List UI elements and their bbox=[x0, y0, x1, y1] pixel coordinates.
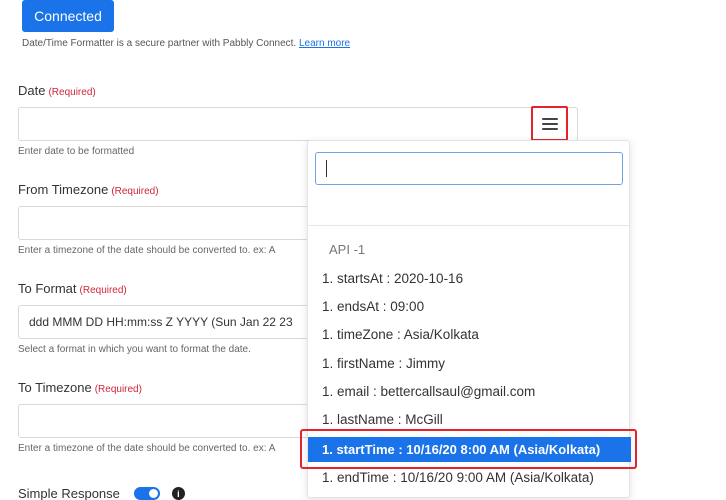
date-help: Enter date to be formatted bbox=[18, 146, 135, 157]
simple-response-toggle[interactable] bbox=[133, 487, 160, 500]
dropdown-item[interactable]: 1. lastName : McGill bbox=[322, 412, 443, 427]
date-required: (Required) bbox=[48, 87, 96, 98]
from-timezone-label: From Timezone (Required) bbox=[18, 182, 159, 197]
info-circle-icon[interactable]: i bbox=[171, 487, 185, 500]
date-input[interactable] bbox=[18, 107, 578, 141]
to-format-required: (Required) bbox=[79, 285, 127, 296]
from-timezone-required: (Required) bbox=[111, 186, 159, 197]
partner-text: Date/Time Formatter is a secure partner … bbox=[22, 38, 297, 49]
simple-response-row: Simple Response i bbox=[18, 486, 185, 500]
hamburger-menu-icon bbox=[541, 117, 558, 130]
to-timezone-label: To Timezone (Required) bbox=[18, 380, 142, 395]
to-timezone-label-text: To Timezone bbox=[18, 380, 92, 395]
to-format-label-text: To Format bbox=[18, 281, 77, 296]
dropdown-item-selected[interactable]: 1. startTime : 10/16/20 8:00 AM (Asia/Ko… bbox=[308, 437, 631, 462]
dropdown-item[interactable]: 1. email : bettercallsaul@gmail.com bbox=[322, 384, 535, 399]
partner-note: Date/Time Formatter is a secure partner … bbox=[22, 38, 350, 49]
to-timezone-help: Enter a timezone of the date should be c… bbox=[18, 443, 276, 454]
dropdown-item[interactable]: 1. firstName : Jimmy bbox=[322, 356, 445, 371]
simple-response-label: Simple Response bbox=[18, 486, 120, 500]
dropdown-item[interactable]: 1. timeZone : Asia/Kolkata bbox=[322, 327, 479, 342]
dropdown-group-label: API -1 bbox=[329, 242, 366, 257]
variable-dropdown: API -1 1. startsAt : 2020-10-16 1. endsA… bbox=[307, 140, 631, 498]
dropdown-item[interactable]: 1. endsAt : 09:00 bbox=[322, 299, 424, 314]
dropdown-item[interactable]: 1. endTime : 10/16/20 9:00 AM (Asia/Kolk… bbox=[322, 470, 594, 485]
text-cursor bbox=[326, 160, 327, 177]
from-timezone-label-text: From Timezone bbox=[18, 182, 109, 197]
from-timezone-help: Enter a timezone of the date should be c… bbox=[18, 245, 276, 256]
date-label: Date (Required) bbox=[18, 83, 96, 98]
toggle-knob bbox=[148, 489, 158, 498]
connected-button[interactable]: Connected bbox=[22, 0, 114, 32]
to-timezone-required: (Required) bbox=[94, 384, 142, 395]
dropdown-search-input[interactable] bbox=[315, 152, 623, 185]
insert-variable-menu-button[interactable] bbox=[531, 106, 568, 141]
to-format-label: To Format (Required) bbox=[18, 281, 127, 296]
dropdown-divider bbox=[308, 225, 629, 226]
learn-more-link[interactable]: Learn more bbox=[299, 38, 350, 49]
dropdown-item[interactable]: 1. startsAt : 2020-10-16 bbox=[322, 271, 463, 286]
date-label-text: Date bbox=[18, 83, 46, 98]
to-format-help: Select a format in which you want to for… bbox=[18, 344, 251, 355]
